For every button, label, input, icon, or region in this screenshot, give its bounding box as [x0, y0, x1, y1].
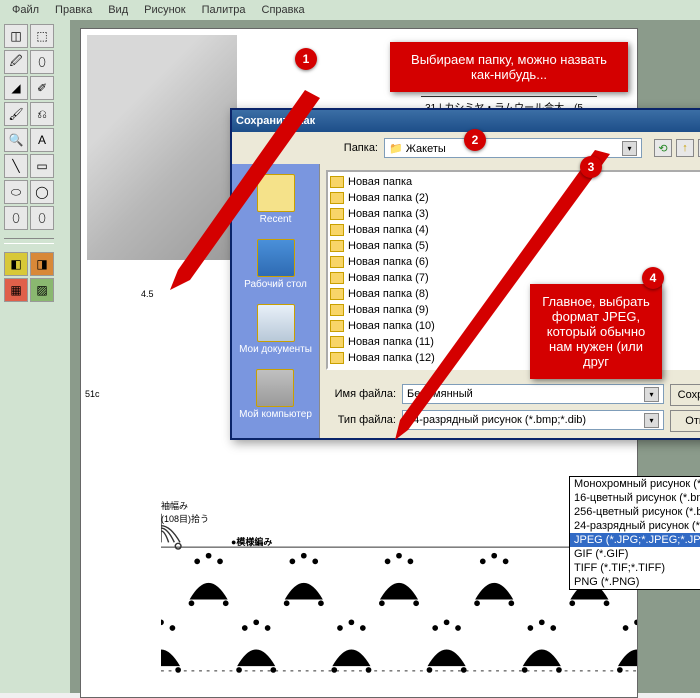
options-3[interactable]: ▦ [4, 278, 28, 302]
annotation-marker-2: 2 [464, 129, 486, 151]
up-icon[interactable]: ↑ [676, 139, 694, 157]
menu-file[interactable]: Файл [4, 2, 47, 18]
folder-icon [330, 320, 344, 332]
folder-icon [330, 336, 344, 348]
back-icon[interactable]: ⟲ [654, 139, 672, 157]
tool-7[interactable]: ⎌ [30, 102, 54, 126]
place-mydocs[interactable]: Мои документы [239, 304, 312, 355]
cancel-button[interactable]: Отмена [670, 410, 700, 432]
filetype-option[interactable]: PNG (*.PNG) [570, 575, 700, 589]
tool-14[interactable]: ⬯ [4, 206, 28, 230]
menu-help[interactable]: Справка [254, 2, 313, 18]
annotation-marker-4: 4 [642, 267, 664, 289]
annotation-marker-1: 1 [295, 48, 317, 70]
save-button[interactable]: Сохранить [670, 384, 700, 406]
tool-10[interactable]: ╲ [4, 154, 28, 178]
filetype-option[interactable]: 256-цветный рисунок (*.bmp;*.dib) [570, 505, 700, 519]
tool-0[interactable]: ◫ [4, 24, 28, 48]
filename-label: Имя файла: [326, 388, 396, 400]
callout-folder: Выбираем папку, можно назвать как-нибудь… [390, 42, 628, 92]
canvas-area: ■素材 (商品番号・商品名・色番号・数量) 31 | カシミヤ・ラムウール合太 … [70, 20, 700, 693]
callout-format: Главное, выбрать формат JPEG, который об… [530, 284, 662, 379]
tool-15[interactable]: ⬯ [30, 206, 54, 230]
folder-icon [330, 304, 344, 316]
menu-image[interactable]: Рисунок [136, 2, 194, 18]
menu-bar: Файл Правка Вид Рисунок Палитра Справка [0, 0, 700, 20]
chevron-down-icon[interactable]: ▾ [622, 141, 637, 156]
menu-edit[interactable]: Правка [47, 2, 100, 18]
toolbox-divider [4, 238, 54, 244]
tool-5[interactable]: ✐ [30, 76, 54, 100]
tool-8[interactable]: 🔍 [4, 128, 28, 152]
folder-icon [330, 352, 344, 364]
options-1[interactable]: ◧ [4, 252, 28, 276]
stitch-pattern [161, 509, 637, 698]
filetype-option[interactable]: 16-цветный рисунок (*.bmp;*.dib) [570, 491, 700, 505]
tool-13[interactable]: ◯ [30, 180, 54, 204]
tool-9[interactable]: A [30, 128, 54, 152]
chevron-down-icon[interactable]: ▾ [644, 413, 659, 428]
chevron-down-icon[interactable]: ▾ [644, 387, 659, 402]
annotation-marker-3: 3 [580, 156, 602, 178]
tool-1[interactable]: ⬚ [30, 24, 54, 48]
tool-12[interactable]: ⬭ [4, 180, 28, 204]
filetype-option[interactable]: JPEG (*.JPG;*.JPEG;*.JPE;*.JFIF) [570, 533, 700, 547]
menu-view[interactable]: Вид [100, 2, 136, 18]
tool-6[interactable]: 🖌 [4, 102, 28, 126]
filetype-label: Тип файла: [326, 414, 396, 426]
tool-3[interactable]: ⬯ [30, 50, 54, 74]
filetype-option[interactable]: Монохромный рисунок (*.bmp;*.dib) [570, 477, 700, 491]
options-4[interactable]: ▨ [30, 278, 54, 302]
place-mycomputer[interactable]: Мой компьютер [239, 369, 312, 420]
toolbox: ◫⬚🖉⬯◢✐🖌⎌🔍A╲▭⬭◯⬯⬯ ◧ ◨ ▦ ▨ [0, 20, 70, 693]
tool-2[interactable]: 🖉 [4, 50, 28, 74]
tool-4[interactable]: ◢ [4, 76, 28, 100]
filetype-dropdown[interactable]: Монохромный рисунок (*.bmp;*.dib)16-цвет… [569, 476, 700, 590]
filetype-option[interactable]: 24-разрядный рисунок (*.bmp;*.dib) [570, 519, 700, 533]
filetype-option[interactable]: TIFF (*.TIF;*.TIFF) [570, 561, 700, 575]
tool-11[interactable]: ▭ [30, 154, 54, 178]
menu-palette[interactable]: Палитра [194, 2, 254, 18]
options-2[interactable]: ◨ [30, 252, 54, 276]
filetype-option[interactable]: GIF (*.GIF) [570, 547, 700, 561]
